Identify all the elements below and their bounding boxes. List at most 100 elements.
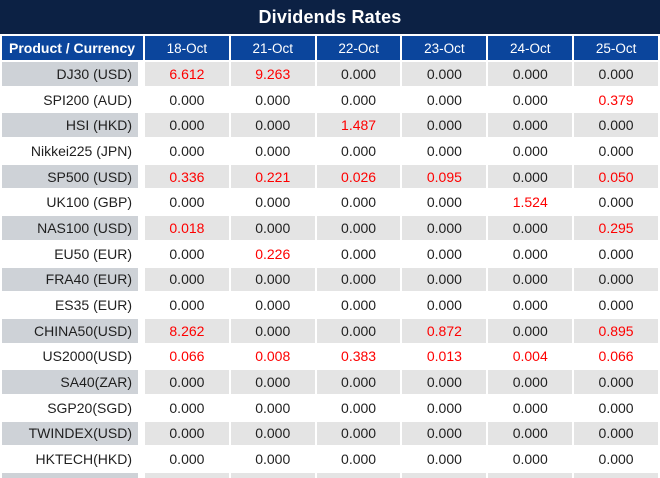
dividend-value-cell: 0.000	[145, 447, 229, 471]
dividend-value-cell: 0.000	[230, 190, 315, 215]
product-cell: NAS100 (USD)	[2, 216, 143, 240]
dividend-value-cell: 0.000	[230, 370, 315, 394]
dividend-value-cell	[145, 473, 229, 478]
table-row: Nikkei225 (JPN) 0.000 0.000 0.000 0.000 0.000…	[2, 139, 658, 163]
column-header-date-4: 23-Oct	[402, 36, 487, 60]
dividend-value-cell: 0.000	[316, 87, 401, 112]
dividend-value-cell: 0.000	[488, 293, 573, 317]
column-header-date-1: 18-Oct	[145, 36, 229, 60]
product-cell: SGP20(SGD)	[2, 395, 143, 420]
dividend-value-cell: 0.000	[488, 318, 573, 343]
dividend-value-cell: 0.000	[488, 370, 573, 394]
dividend-value-cell: 0.013	[402, 344, 487, 369]
partial-row	[2, 473, 658, 478]
dividend-value-cell: 0.000	[230, 216, 315, 240]
product-cell: ES35 (EUR)	[2, 293, 143, 317]
dividend-value-cell: 0.000	[230, 113, 315, 138]
dividend-value-cell: 0.000	[402, 421, 487, 446]
product-cell: UK100 (GBP)	[2, 190, 143, 215]
table-row: NAS100 (USD) 0.018 0.000 0.000 0.000 0.000 0.2…	[2, 216, 658, 240]
product-cell: US2000(USD)	[2, 344, 143, 369]
column-header-product: Product / Currency	[2, 36, 143, 60]
dividend-value-cell: 0.000	[145, 267, 229, 292]
dividend-value-cell: 0.000	[230, 395, 315, 420]
dividend-value-cell: 0.000	[316, 395, 401, 420]
dividend-value-cell: 0.095	[402, 164, 487, 189]
table-row: HSI (HKD) 0.000 0.000 1.487 0.000 0.000 0.000	[2, 113, 658, 138]
dividend-value-cell: 0.000	[402, 267, 487, 292]
dividend-value-cell: 0.895	[574, 318, 658, 343]
dividend-value-cell: 0.000	[488, 113, 573, 138]
product-cell: HKTECH(HKD)	[2, 447, 143, 471]
dividend-value-cell: 0.000	[574, 395, 658, 420]
table-row: UK100 (GBP) 0.000 0.000 0.000 0.000 1.524 0.00…	[2, 190, 658, 215]
dividend-value-cell: 0.000	[316, 293, 401, 317]
dividend-value-cell	[230, 473, 315, 478]
dividend-value-cell: 0.000	[402, 395, 487, 420]
dividend-value-cell: 6.612	[145, 62, 229, 86]
dividend-value-cell: 0.000	[230, 447, 315, 471]
dividend-value-cell: 0.000	[574, 447, 658, 471]
dividend-value-cell: 0.000	[574, 267, 658, 292]
dividend-value-cell: 0.000	[574, 241, 658, 266]
column-header-date-5: 24-Oct	[488, 36, 573, 60]
dividend-value-cell: 0.026	[316, 164, 401, 189]
dividend-value-cell: 0.000	[574, 113, 658, 138]
dividend-value-cell: 0.000	[316, 447, 401, 471]
dividend-value-cell: 0.000	[488, 267, 573, 292]
dividend-value-cell: 0.000	[145, 87, 229, 112]
dividend-value-cell: 0.336	[145, 164, 229, 189]
dividend-value-cell: 0.000	[145, 241, 229, 266]
dividend-value-cell: 0.000	[316, 318, 401, 343]
dividend-value-cell: 0.000	[316, 370, 401, 394]
dividend-value-cell: 0.000	[145, 421, 229, 446]
dividend-value-cell: 0.000	[574, 421, 658, 446]
dividend-value-cell: 0.000	[488, 62, 573, 86]
table-row: US2000(USD) 0.066 0.008 0.383 0.013 0.004 0.06…	[2, 344, 658, 369]
dividend-value-cell: 0.000	[402, 87, 487, 112]
dividend-value-cell: 0.050	[574, 164, 658, 189]
title-bar: Dividends Rates	[0, 0, 660, 34]
table-row: TWINDEX(USD) 0.000 0.000 0.000 0.000 0.000 0.0…	[2, 421, 658, 446]
table-body: DJ30 (USD) 6.612 9.263 0.000 0.000 0.000 0.000…	[2, 62, 658, 478]
dividend-value-cell: 0.000	[488, 216, 573, 240]
table-row: SP500 (USD) 0.336 0.221 0.026 0.095 0.000 0.05…	[2, 164, 658, 189]
dividend-value-cell: 0.000	[316, 241, 401, 266]
dividend-value-cell: 9.263	[230, 62, 315, 86]
dividend-value-cell: 0.000	[402, 241, 487, 266]
dividend-value-cell: 0.000	[230, 421, 315, 446]
dividend-value-cell: 0.000	[488, 139, 573, 163]
product-cell: SPI200 (AUD)	[2, 87, 143, 112]
product-cell	[2, 473, 143, 478]
dividend-value-cell: 0.000	[230, 87, 315, 112]
product-cell: HSI (HKD)	[2, 113, 143, 138]
dividend-value-cell: 0.383	[316, 344, 401, 369]
dividend-value-cell: 0.000	[145, 139, 229, 163]
dividend-value-cell: 0.000	[402, 113, 487, 138]
dividend-value-cell: 8.262	[145, 318, 229, 343]
column-header-date-2: 21-Oct	[230, 36, 315, 60]
dividend-value-cell: 0.000	[316, 267, 401, 292]
dividend-value-cell: 0.008	[230, 344, 315, 369]
dividend-value-cell: 0.221	[230, 164, 315, 189]
table-row: ES35 (EUR) 0.000 0.000 0.000 0.000 0.000 0.000	[2, 293, 658, 317]
dividend-value-cell: 0.000	[574, 190, 658, 215]
dividend-value-cell: 0.000	[488, 421, 573, 446]
dividend-value-cell: 0.000	[574, 62, 658, 86]
dividend-value-cell: 0.226	[230, 241, 315, 266]
dividend-value-cell: 0.000	[402, 216, 487, 240]
dividend-value-cell: 0.000	[316, 139, 401, 163]
dividend-value-cell: 0.000	[316, 62, 401, 86]
column-header-date-3: 22-Oct	[316, 36, 401, 60]
dividend-value-cell: 0.000	[230, 293, 315, 317]
dividend-value-cell: 0.000	[574, 293, 658, 317]
table-row: SGP20(SGD) 0.000 0.000 0.000 0.000 0.000 0.000	[2, 395, 658, 420]
product-cell: FRA40 (EUR)	[2, 267, 143, 292]
dividend-value-cell: 0.018	[145, 216, 229, 240]
dividend-value-cell: 0.000	[316, 216, 401, 240]
dividend-value-cell: 0.000	[230, 318, 315, 343]
table-row: SA40(ZAR) 0.000 0.000 0.000 0.000 0.000 0.000	[2, 370, 658, 394]
product-cell: SP500 (USD)	[2, 164, 143, 189]
table-row: SPI200 (AUD) 0.000 0.000 0.000 0.000 0.000 0.3…	[2, 87, 658, 112]
product-cell: Nikkei225 (JPN)	[2, 139, 143, 163]
